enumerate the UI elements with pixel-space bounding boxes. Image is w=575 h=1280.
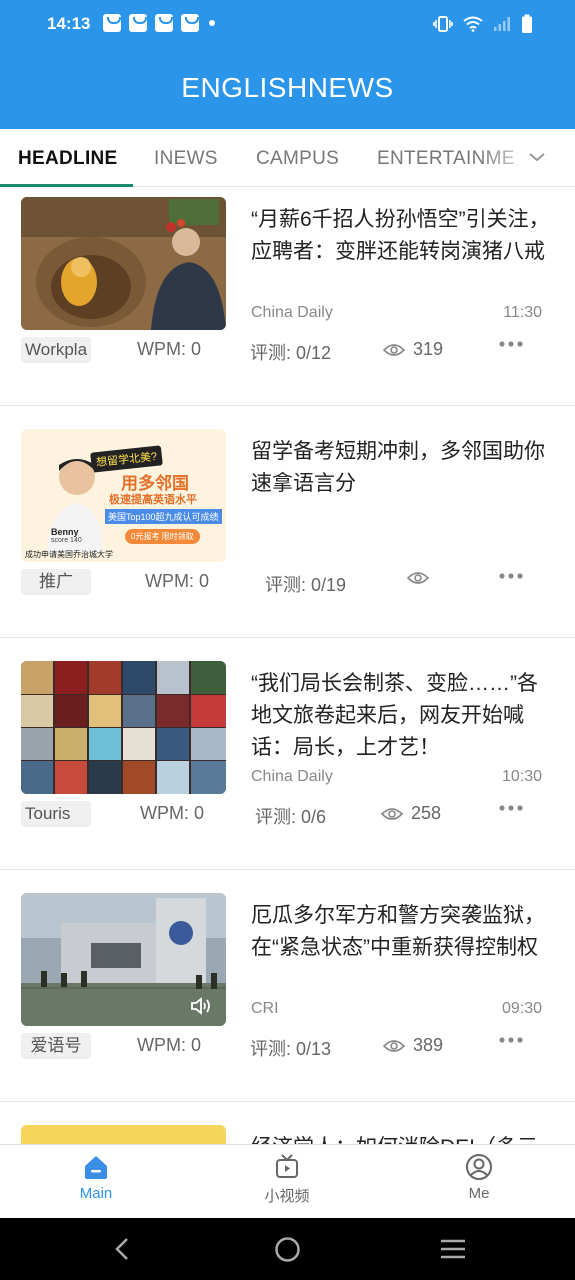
review-count: 评测: 0/6 <box>255 807 327 827</box>
tab-campus[interactable]: CAMPUS <box>256 148 339 170</box>
more-options-icon[interactable] <box>499 572 523 580</box>
news-card[interactable]: “月薪6千招人扮孙悟空”引关注，应聘者：变胖还能转岗演猪八戒 China Dai… <box>0 188 575 406</box>
news-card[interactable]: 厄瓜多尔军方和警方突袭监狱，在“紧急状态”中重新获得控制权 CRI 09:30 … <box>0 870 575 1102</box>
status-bar: 14:13 <box>0 0 575 48</box>
status-indicators <box>433 14 533 34</box>
notification-icons <box>103 14 215 32</box>
ad-footer: 成功申请美国乔治城大学 <box>25 550 113 559</box>
ad-subline: 美国Top100超九成认可成绩 <box>105 509 222 524</box>
nav-short-video-label: 小视频 <box>264 1188 310 1205</box>
eye-icon <box>407 572 429 584</box>
wpm-label: WPM: 0 <box>145 571 210 591</box>
view-count: 319 <box>383 339 443 360</box>
view-count: 258 <box>381 803 441 824</box>
category-tabs: HEADLINE INEWS CAMPUS ENTERTAINME <box>0 129 575 187</box>
news-card[interactable]: 经济学人：如何消除DEI（多元 <box>0 1102 575 1144</box>
news-time: 09:30 <box>501 1000 542 1017</box>
category-tag[interactable]: 爱语号 <box>21 1033 91 1059</box>
nav-main[interactable]: Main <box>36 1153 156 1202</box>
news-card[interactable]: “我们局长会制茶、变脸……”各地文旅卷起来后，网友开始喊话：局长，上才艺！ Ch… <box>0 638 575 870</box>
news-source: China Daily <box>251 768 333 785</box>
wpm-label: WPM: 0 <box>137 1035 202 1055</box>
card-meta-row: 推广 WPM: 0 评测: 0/19 <box>0 569 575 595</box>
shopping-bag-icon <box>129 14 147 32</box>
news-title[interactable]: 经济学人：如何消除DEI（多元 <box>251 1132 551 1144</box>
app-bar: ENGLISHNEWS <box>0 48 575 129</box>
shopping-bag-icon <box>103 14 121 32</box>
eye-icon <box>381 807 403 820</box>
shopping-bag-icon <box>181 14 199 32</box>
nav-short-video[interactable]: 小视频 <box>227 1153 347 1206</box>
news-thumbnail <box>21 893 226 1026</box>
more-options-icon[interactable] <box>499 804 523 812</box>
system-navigation-bar <box>0 1218 575 1280</box>
nav-me-label: Me <box>468 1185 490 1202</box>
card-meta-row: Workpla WPM: 0 评测: 0/12 319 <box>0 337 575 363</box>
eye-icon <box>383 1039 405 1052</box>
view-count-value: 389 <box>413 1035 444 1055</box>
wpm-label: WPM: 0 <box>140 803 205 823</box>
category-tag[interactable]: Workpla <box>21 337 92 363</box>
view-count-value: 258 <box>411 803 442 823</box>
card-meta-row: Touris WPM: 0 评测: 0/6 258 <box>0 801 575 827</box>
view-count: 389 <box>383 1035 443 1056</box>
ad-person-score: score 140 <box>51 537 82 544</box>
category-tag[interactable]: Touris <box>21 801 91 827</box>
tab-inews[interactable]: INEWS <box>154 148 218 170</box>
view-count <box>407 571 429 585</box>
nav-me[interactable]: Me <box>419 1153 539 1202</box>
speaker-icon[interactable] <box>190 996 212 1016</box>
category-tag[interactable]: 推广 <box>21 569 91 595</box>
wpm-label: WPM: 0 <box>137 339 202 359</box>
more-options-icon[interactable] <box>499 1036 523 1044</box>
news-title[interactable]: “月薪6千招人扮孙悟空”引关注，应聘者：变胖还能转岗演猪八戒 <box>251 204 551 268</box>
eye-icon <box>383 343 405 356</box>
review-count: 评测: 0/13 <box>250 1039 332 1059</box>
home-circle-icon[interactable] <box>274 1236 301 1263</box>
active-tab-indicator <box>0 184 133 187</box>
photo-monkey-king-costume-icon <box>21 197 226 330</box>
news-title[interactable]: “我们局长会制茶、变脸……”各地文旅卷起来后，网友开始喊话：局长，上才艺！ <box>251 668 551 764</box>
app-title: ENGLISHNEWS <box>181 72 394 103</box>
card-meta-row: 爱语号 WPM: 0 评测: 0/13 389 <box>0 1033 575 1059</box>
news-card-ad[interactable]: 想留学北美? 用多邻国 极速提高英语水平 美国Top100超九成认可成绩 0元报… <box>0 406 575 638</box>
review-count: 评测: 0/19 <box>265 575 347 595</box>
news-feed[interactable]: “月薪6千招人扮孙悟空”引关注，应聘者：变胖还能转岗演猪八戒 China Dai… <box>0 188 575 1144</box>
ad-thumbnail: 想留学北美? 用多邻国 极速提高英语水平 美国Top100超九成认可成绩 0元报… <box>21 429 226 562</box>
news-thumbnail <box>21 197 226 330</box>
ad-pill: 0元报考 限时领取 <box>125 529 200 544</box>
more-options-icon[interactable] <box>499 340 523 348</box>
more-notifications-dot-icon <box>209 20 215 26</box>
video-icon <box>276 1154 298 1178</box>
news-thumbnail <box>21 661 226 794</box>
home-icon <box>85 1156 107 1179</box>
chevron-down-icon[interactable] <box>527 147 547 167</box>
signal-icon <box>494 17 510 31</box>
news-time: 11:30 <box>503 304 542 321</box>
news-title[interactable]: 厄瓜多尔军方和警方突袭监狱，在“紧急状态”中重新获得控制权 <box>251 900 551 964</box>
news-title[interactable]: 留学备考短期冲刺，多邻国助你速拿语言分 <box>251 436 551 500</box>
battery-icon <box>522 14 532 33</box>
wifi-icon <box>463 16 483 32</box>
recent-apps-icon[interactable] <box>439 1238 467 1260</box>
back-icon[interactable] <box>112 1237 132 1261</box>
collage-tourism-directors-icon <box>21 661 226 794</box>
shopping-bag-icon <box>155 14 173 32</box>
news-thumbnail <box>21 1125 226 1144</box>
bottom-navigation: Main 小视频 Me <box>0 1144 575 1218</box>
profile-icon <box>466 1154 492 1180</box>
view-count-value: 319 <box>413 339 444 359</box>
ad-person-name: Benny <box>51 527 79 537</box>
vibrate-icon <box>433 16 453 32</box>
status-time: 14:13 <box>47 14 91 33</box>
news-source: CRI <box>251 1000 279 1017</box>
ad-headline-b: 极速提高英语水平 <box>109 494 197 506</box>
review-count: 评测: 0/12 <box>250 343 332 363</box>
tab-headline[interactable]: HEADLINE <box>18 148 118 170</box>
news-time: 10:30 <box>501 768 542 785</box>
nav-main-label: Main <box>79 1185 113 1202</box>
news-source: China Daily <box>251 304 333 321</box>
